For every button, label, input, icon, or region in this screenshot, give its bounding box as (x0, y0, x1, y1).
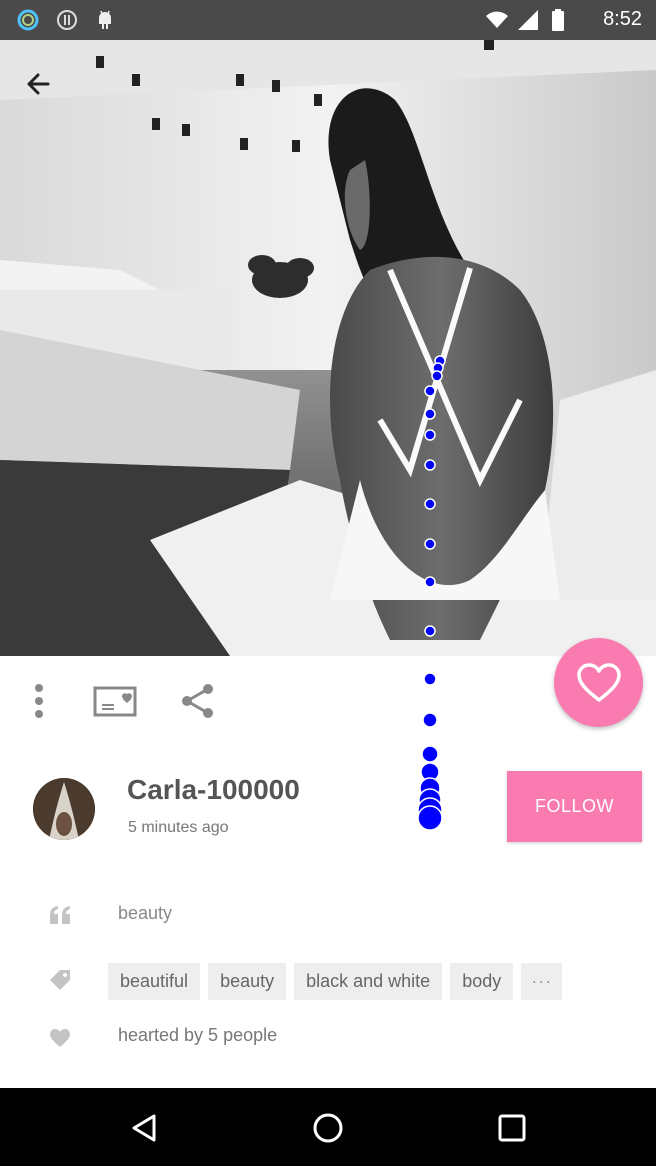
home-circle-icon[interactable] (308, 1108, 348, 1148)
battery-icon (552, 9, 564, 31)
back-triangle-icon[interactable] (124, 1108, 164, 1148)
postcard-icon[interactable] (92, 684, 138, 718)
navigation-bar (0, 1088, 656, 1166)
info-icon (57, 10, 77, 30)
tag-chip[interactable]: body (450, 963, 514, 1000)
username[interactable]: Carla-100000 (127, 774, 300, 806)
touch-dot (421, 745, 439, 763)
heart-small-icon (50, 1029, 70, 1047)
wifi-icon (486, 11, 508, 28)
quote-icon (50, 906, 70, 924)
post-photo[interactable] (0, 40, 656, 656)
photo-image (0, 40, 656, 656)
heart-outline-icon (577, 663, 621, 702)
back-arrow-icon[interactable] (18, 64, 58, 104)
more-tags-button[interactable]: ··· (521, 963, 563, 1000)
tag-icon (50, 970, 70, 990)
tag-list: beautiful beauty black and white body ··… (108, 963, 563, 1000)
android-icon (99, 10, 111, 29)
touch-dot (422, 712, 438, 728)
avatar-image (33, 778, 95, 840)
avatar[interactable] (33, 778, 95, 840)
post-caption: beauty (118, 903, 173, 923)
touch-dot (417, 797, 443, 823)
heart-button[interactable] (554, 638, 643, 727)
recents-square-icon[interactable] (492, 1108, 532, 1148)
post-timestamp: 5 minutes ago (128, 819, 229, 836)
touch-dot (417, 805, 443, 831)
tag-chip[interactable]: beauty (208, 963, 287, 1000)
tag-chip[interactable]: beautiful (108, 963, 201, 1000)
touch-dot (419, 777, 441, 799)
touch-dot (423, 672, 437, 686)
touch-dot (420, 762, 440, 782)
status-bar: 8:52 (0, 0, 656, 40)
hearted-by-text[interactable]: hearted by 5 people (118, 1025, 277, 1046)
tag-chip[interactable]: black and white (294, 963, 443, 1000)
signal-icon (518, 10, 538, 30)
share-icon[interactable] (178, 682, 218, 720)
more-vertical-icon[interactable] (22, 683, 56, 719)
ring-app-icon (17, 9, 39, 31)
status-time: 8:52 (603, 8, 642, 30)
follow-button[interactable]: FOLLOW (507, 771, 642, 842)
touch-dot (418, 788, 442, 812)
